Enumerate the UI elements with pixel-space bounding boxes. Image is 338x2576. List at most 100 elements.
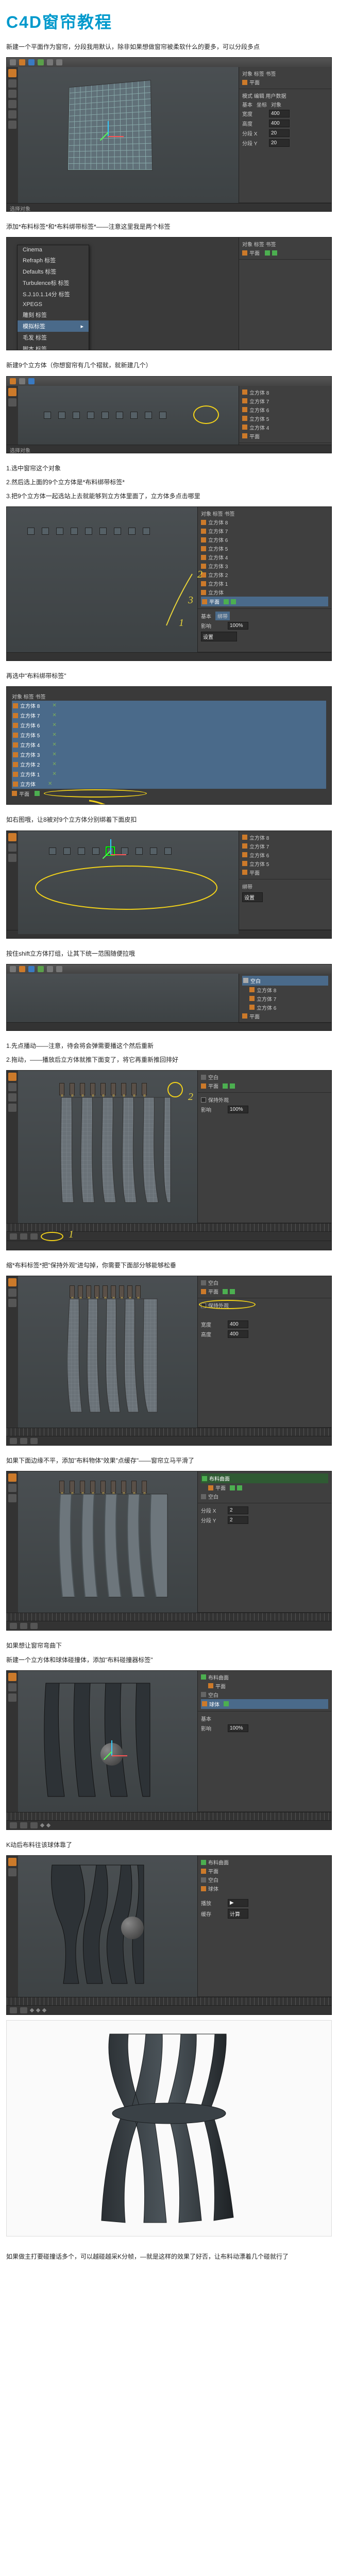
object-item[interactable]: 空白 — [201, 1073, 328, 1081]
timeline[interactable] — [7, 1428, 331, 1445]
object-item[interactable]: 立方体 5 — [242, 414, 328, 423]
object-item[interactable]: 立方体 8 — [242, 833, 328, 842]
object-item[interactable]: 立方体 — [201, 588, 328, 597]
toolbar-icon[interactable] — [28, 59, 35, 65]
object-item[interactable]: 平面 — [201, 1081, 328, 1090]
object-item[interactable]: 立方体 5 — [201, 544, 328, 553]
object-item[interactable]: 立方体 8 — [201, 518, 328, 527]
object-item[interactable]: 立方体 6✕ — [12, 720, 326, 730]
cloth-belt-tag-icon[interactable] — [231, 599, 236, 604]
cloth-tag-icon[interactable] — [35, 791, 40, 796]
menu-item[interactable]: Defaults 标签 — [18, 266, 89, 277]
viewport[interactable] — [18, 1276, 197, 1428]
cloth-surface-item[interactable]: 布料曲面 — [201, 1473, 328, 1483]
object-item[interactable]: 立方体 7 — [201, 527, 328, 535]
object-item[interactable]: 立方体✕ — [12, 779, 326, 789]
timeline[interactable] — [7, 1812, 331, 1829]
tool-button[interactable] — [8, 90, 16, 98]
object-item[interactable]: 立方体 1✕ — [12, 769, 326, 779]
object-item[interactable]: 立方体 6 — [242, 851, 328, 859]
viewport[interactable] — [18, 1671, 197, 1812]
menu-item[interactable]: XPEGS — [18, 300, 89, 309]
timeline[interactable]: 1 — [7, 1223, 331, 1241]
cache-button[interactable]: 计算 — [228, 1909, 248, 1919]
viewport[interactable]: 1 2 3 — [7, 507, 197, 652]
object-item[interactable]: 立方体 8✕ — [12, 701, 326, 710]
belt-field[interactable]: 影响 100% — [201, 621, 328, 631]
field-value[interactable]: 20 — [269, 129, 290, 137]
object-item[interactable]: 立方体 8 — [242, 986, 328, 994]
object-item[interactable]: 立方体 4✕ — [12, 740, 326, 750]
object-item[interactable]: 平面 — [242, 1012, 328, 1021]
object-item[interactable]: 立方体 5✕ — [12, 730, 326, 740]
timeline-control[interactable] — [30, 1233, 38, 1240]
viewport[interactable] — [7, 974, 239, 1022]
tool-button[interactable] — [8, 69, 16, 77]
object-item[interactable]: 立方体 7 — [242, 994, 328, 1003]
seg-x-field[interactable]: 分段 X 20 — [242, 128, 328, 138]
set-button-row[interactable]: 设置 — [242, 891, 328, 903]
object-item[interactable]: 立方体 7 — [242, 842, 328, 851]
attr-tabs[interactable]: 基本坐标对象 — [242, 100, 328, 109]
height-field[interactable]: 高度 400 — [242, 118, 328, 128]
cloth-tag-icon[interactable] — [224, 599, 229, 604]
viewport[interactable] — [18, 386, 239, 445]
toolbar-icon[interactable] — [10, 59, 16, 65]
object-item[interactable]: 立方体 6 — [242, 405, 328, 414]
object-item[interactable]: 立方体 1 — [201, 579, 328, 588]
object-item[interactable]: 立方体 2✕ — [12, 759, 326, 769]
object-item[interactable]: 平面 — [12, 789, 326, 798]
timeline-control[interactable] — [20, 1233, 27, 1240]
object-item[interactable]: 立方体 4 — [242, 423, 328, 432]
viewport[interactable] — [18, 1856, 197, 1997]
object-item[interactable]: 平面 — [242, 248, 328, 257]
object-item[interactable]: 平面 — [242, 868, 328, 877]
menu-item[interactable]: 脚本 标签 — [18, 343, 89, 350]
cloth-belt-tag-icon[interactable] — [272, 250, 277, 256]
object-item[interactable]: 平面 — [242, 78, 328, 87]
menu-item[interactable]: 雕刻 标签 — [18, 309, 89, 320]
tool-button[interactable] — [8, 121, 16, 129]
toolbar-icon[interactable] — [38, 59, 44, 65]
toolbar-icon[interactable] — [47, 59, 53, 65]
set-button[interactable]: 设置 — [242, 892, 263, 902]
width-field[interactable]: 宽度 400 — [242, 109, 328, 118]
menu-item[interactable]: S.J.10.1.14分 标签 — [18, 289, 89, 300]
set-button[interactable]: 设置 — [201, 632, 237, 641]
field-value[interactable]: 400 — [269, 110, 290, 117]
object-item[interactable]: 立方体 6 — [242, 1003, 328, 1012]
menu-item[interactable]: Refraph 标签 — [18, 255, 89, 266]
object-item[interactable]: 立方体 8 — [242, 388, 328, 397]
menu-item[interactable]: 毛发 标签 — [18, 332, 89, 343]
tool-button[interactable] — [8, 100, 16, 108]
object-item-selected[interactable]: 平面 — [201, 597, 328, 606]
tool-button[interactable] — [8, 110, 16, 118]
object-item[interactable]: 立方体 7✕ — [12, 710, 326, 720]
toolbar-icon[interactable] — [10, 378, 16, 384]
object-item[interactable]: 平面 — [242, 432, 328, 440]
object-item[interactable]: 立方体 3 — [201, 562, 328, 570]
timeline-ruler[interactable] — [7, 1224, 331, 1232]
viewport[interactable] — [18, 831, 239, 934]
field-value[interactable]: 400 — [269, 120, 290, 127]
cloth-tag-icon[interactable] — [265, 250, 270, 256]
object-item[interactable]: 立方体 5 — [242, 859, 328, 868]
toolbar-icon[interactable] — [56, 59, 62, 65]
object-item[interactable]: 立方体 6 — [201, 535, 328, 544]
timeline[interactable] — [7, 1613, 331, 1630]
viewport[interactable]: 2 — [18, 1071, 197, 1223]
object-item[interactable]: 立方体 2 — [201, 570, 328, 579]
seg-y-field[interactable]: 分段 Y 20 — [242, 138, 328, 148]
belt-set-row[interactable]: 设置 — [201, 631, 328, 642]
field-value[interactable]: 100% — [228, 622, 248, 630]
toolbar-icon[interactable] — [28, 378, 35, 384]
field-value[interactable]: 20 — [269, 139, 290, 147]
play-button[interactable] — [10, 1233, 17, 1240]
attr-tabs[interactable]: 基本绑带 — [201, 611, 328, 621]
keep-shape-checkbox[interactable]: 保持外观 — [201, 1095, 328, 1105]
menu-item[interactable]: Cinema — [18, 245, 89, 255]
sphere-item[interactable]: 球体 — [201, 1699, 328, 1709]
tool-button[interactable] — [8, 398, 16, 406]
tool-button[interactable] — [8, 79, 16, 88]
menu-item-highlight[interactable]: 模拟标签▸ — [18, 320, 89, 332]
